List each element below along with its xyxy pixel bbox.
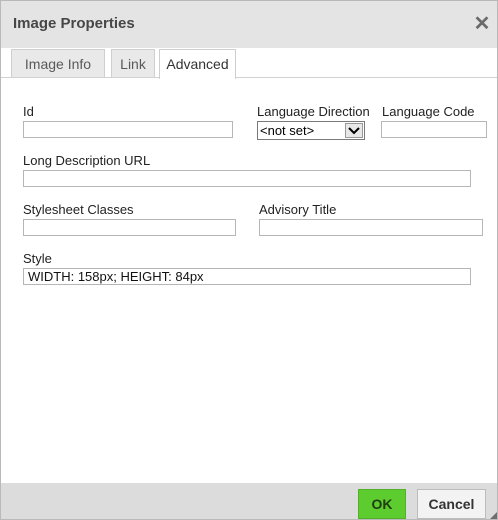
advisory-title-label: Advisory Title [259, 202, 337, 217]
resize-grip-icon[interactable] [487, 509, 497, 519]
chevron-down-icon[interactable] [345, 123, 363, 138]
style-field[interactable] [23, 268, 471, 285]
cancel-button[interactable]: Cancel [417, 489, 486, 519]
style-label: Style [23, 251, 52, 266]
long-description-url-field[interactable] [23, 170, 471, 187]
image-properties-dialog: Image Properties ✕ Image Info Link Advan… [0, 0, 498, 520]
advisory-title-field[interactable] [259, 219, 483, 236]
dialog-title: Image Properties [13, 15, 135, 32]
language-code-field[interactable] [381, 121, 487, 138]
tab-divider [1, 77, 497, 78]
ok-button[interactable]: OK [358, 489, 406, 519]
id-label: Id [23, 104, 34, 119]
long-description-url-label: Long Description URL [23, 153, 151, 168]
stylesheet-classes-field[interactable] [23, 219, 236, 236]
tab-image-info[interactable]: Image Info [11, 49, 105, 77]
language-direction-value: <not set> [260, 123, 315, 138]
stylesheet-classes-label: Stylesheet Classes [23, 202, 134, 217]
language-direction-select[interactable]: <not set> [257, 121, 365, 140]
close-icon[interactable]: ✕ [471, 13, 493, 35]
language-direction-label: Language Direction [257, 104, 370, 119]
tab-advanced[interactable]: Advanced [159, 49, 236, 79]
dialog-titlebar[interactable]: Image Properties ✕ [1, 1, 497, 48]
language-code-label: Language Code [382, 104, 475, 119]
tab-link[interactable]: Link [111, 49, 155, 77]
id-field[interactable] [23, 121, 233, 138]
